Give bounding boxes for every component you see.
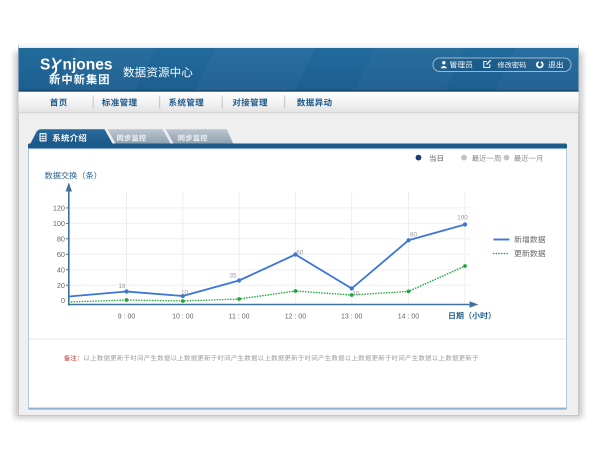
svg-text:80: 80 [410, 232, 418, 239]
svg-text:12 : 00: 12 : 00 [285, 314, 307, 321]
svg-text:18: 18 [118, 283, 126, 290]
svg-text:10 : 00: 10 : 00 [172, 314, 194, 321]
svg-text:20: 20 [57, 281, 65, 290]
svg-text:120: 120 [53, 204, 65, 213]
svg-text:10: 10 [181, 290, 189, 297]
svg-text:S: S [40, 57, 50, 74]
svg-text:njones: njones [63, 57, 113, 74]
svg-text:100: 100 [53, 219, 65, 228]
svg-text:14 : 00: 14 : 00 [398, 314, 420, 321]
svg-text:35: 35 [229, 273, 237, 280]
svg-text:9 : 00: 9 : 00 [118, 314, 136, 321]
svg-text:11 : 00: 11 : 00 [229, 314, 250, 321]
svg-text:60: 60 [296, 249, 304, 256]
svg-text:60: 60 [57, 250, 65, 259]
svg-text:40: 40 [57, 265, 65, 274]
svg-text:100: 100 [457, 215, 468, 222]
svg-text:10: 10 [352, 290, 360, 297]
svg-text:13 : 00: 13 : 00 [341, 314, 363, 321]
svg-text:0: 0 [61, 296, 65, 305]
svg-text:80: 80 [57, 234, 65, 243]
